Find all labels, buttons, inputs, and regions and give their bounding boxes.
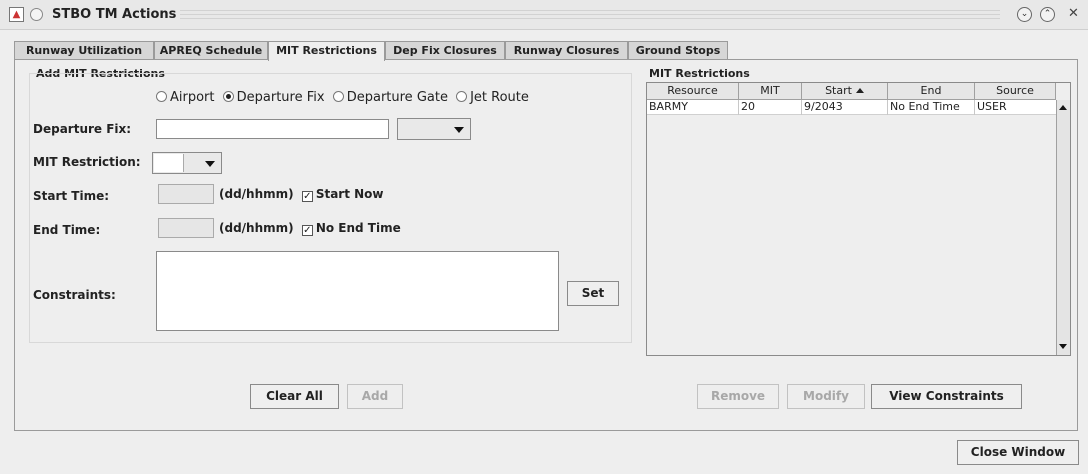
window-menu-icon[interactable]	[30, 8, 43, 21]
clear-all-button[interactable]: Clear All	[250, 384, 339, 409]
set-button[interactable]: Set	[567, 281, 619, 306]
radio-departure-fix[interactable]: Departure Fix	[222, 90, 325, 105]
column-header-end[interactable]: End	[888, 83, 975, 100]
start-now-checkbox[interactable]: ✓ Start Now	[301, 187, 384, 202]
end-time-label: End Time:	[33, 223, 101, 237]
constraints-label: Constraints:	[33, 288, 116, 302]
remove-button[interactable]: Remove	[697, 384, 779, 409]
tab-runway-utilization[interactable]: Runway Utilization	[14, 41, 154, 60]
table-vertical-scrollbar[interactable]	[1056, 100, 1070, 355]
column-header-start[interactable]: Start	[802, 83, 888, 100]
java-app-icon[interactable]: ▲	[9, 7, 24, 22]
chevron-down-icon	[454, 127, 464, 133]
title-bar-grip	[180, 10, 1000, 19]
column-header-mit[interactable]: MIT	[739, 83, 802, 100]
resource-type-radio-group: Airport Departure Fix Departure Gate Jet…	[156, 90, 533, 105]
radio-button-checked-icon	[222, 91, 234, 102]
scroll-up-icon[interactable]	[1058, 102, 1069, 114]
cell-mit: 20	[739, 100, 802, 115]
radio-departure-gate[interactable]: Departure Gate	[332, 90, 448, 105]
close-icon[interactable]: ✕	[1068, 6, 1079, 21]
checkbox-checked-icon: ✓	[301, 191, 313, 202]
cell-source: USER	[977, 100, 1007, 113]
radio-airport[interactable]: Airport	[156, 90, 215, 105]
mit-restrictions-table-title: MIT Restrictions	[649, 67, 750, 80]
chevron-down-icon	[205, 161, 215, 167]
table-row[interactable]: BARMY 20 9/2043 No End Time USER	[647, 100, 1056, 115]
checkbox-checked-icon: ✓	[301, 225, 313, 236]
departure-fix-label: Departure Fix:	[33, 122, 132, 136]
column-header-source[interactable]: Source	[975, 83, 1056, 100]
tab-ground-stops[interactable]: Ground Stops	[628, 41, 728, 60]
radio-jet-route[interactable]: Jet Route	[456, 90, 529, 105]
title-bar: ▲ STBO TM Actions ⌄ ⌃ ✕	[0, 0, 1088, 30]
radio-button-icon	[456, 91, 468, 102]
tab-mit-restrictions[interactable]: MIT Restrictions	[268, 41, 385, 61]
minimize-icon[interactable]: ⌄	[1017, 7, 1032, 22]
maximize-icon[interactable]: ⌃	[1040, 7, 1055, 22]
cell-start: 9/2043	[802, 100, 888, 115]
scroll-down-icon[interactable]	[1058, 341, 1069, 353]
end-time-input[interactable]	[158, 218, 214, 238]
mit-restriction-label: MIT Restriction:	[33, 155, 141, 169]
start-time-row-extras: (dd/hhmm) ✓ Start Now	[219, 187, 384, 202]
table-header: Resource MIT Start End Source	[647, 83, 1056, 100]
cell-end: No End Time	[888, 100, 975, 115]
column-header-resource[interactable]: Resource	[647, 83, 739, 100]
view-constraints-button[interactable]: View Constraints	[871, 384, 1022, 409]
start-time-input[interactable]	[158, 184, 214, 204]
radio-button-icon	[156, 91, 167, 102]
no-end-time-checkbox[interactable]: ✓ No End Time	[301, 221, 401, 236]
departure-fix-dropdown[interactable]	[397, 118, 471, 140]
modify-button[interactable]: Modify	[787, 384, 865, 409]
mit-restriction-dropdown[interactable]	[152, 152, 222, 174]
start-time-format: (dd/hhmm)	[219, 187, 294, 201]
sort-ascending-icon	[855, 88, 864, 93]
mit-restriction-value	[154, 154, 184, 172]
close-window-button[interactable]: Close Window	[957, 440, 1079, 465]
window-title: STBO TM Actions	[52, 7, 177, 22]
mit-restrictions-table: Resource MIT Start End Source BARMY 20 9…	[646, 82, 1071, 356]
departure-fix-input[interactable]	[156, 119, 389, 139]
radio-button-icon	[332, 91, 344, 102]
tab-dep-fix-closures[interactable]: Dep Fix Closures	[385, 41, 505, 60]
constraints-textarea[interactable]	[156, 251, 559, 331]
table-body: BARMY 20 9/2043 No End Time USER	[647, 100, 1056, 355]
end-time-format: (dd/hhmm)	[219, 221, 294, 235]
cell-resource: BARMY	[647, 100, 739, 115]
start-time-label: Start Time:	[33, 189, 110, 203]
add-button[interactable]: Add	[347, 384, 403, 409]
end-time-row-extras: (dd/hhmm) ✓ No End Time	[219, 221, 401, 236]
tab-apreq-schedule[interactable]: APREQ Schedule	[154, 41, 268, 60]
tab-runway-closures[interactable]: Runway Closures	[505, 41, 628, 60]
